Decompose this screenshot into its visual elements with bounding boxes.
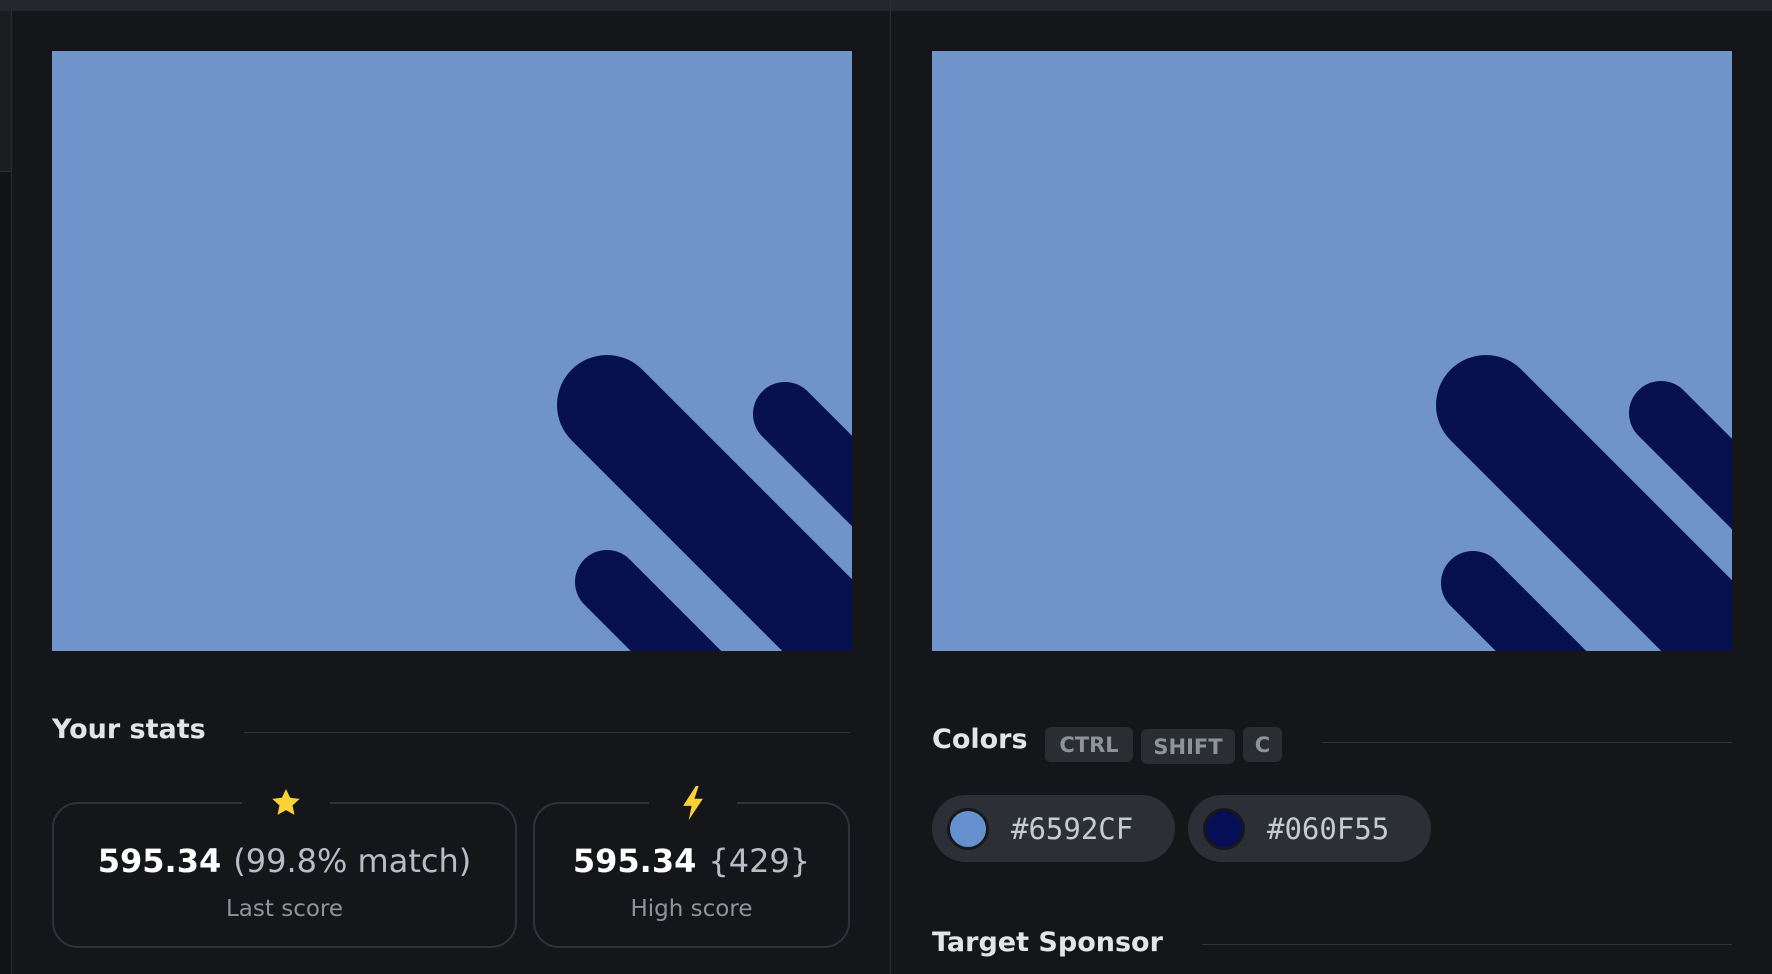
stats-title-rule (244, 732, 850, 733)
target-image-svg (52, 51, 852, 651)
left-edge-notch (0, 11, 11, 172)
top-bar (0, 0, 1772, 11)
color-hex-1: #6592CF (1011, 811, 1134, 846)
shortcut-key-ctrl: CTRL (1045, 727, 1133, 762)
last-score-match: (99.8% match) (233, 842, 472, 880)
sponsor-title: Target Sponsor (932, 927, 1163, 958)
high-score-line: 595.34 {429} (535, 842, 848, 880)
high-score-card: 595.34 {429} High score (533, 786, 850, 948)
output-image[interactable] (932, 51, 1732, 651)
color-swatch-1 (947, 807, 989, 850)
output-image-svg (932, 51, 1732, 651)
shortcut-key-c: C (1243, 727, 1282, 762)
last-score-line: 595.34 (99.8% match) (54, 842, 515, 880)
star-icon (242, 788, 330, 818)
shortcut-key-shift: SHIFT (1141, 729, 1235, 764)
color-chip-2[interactable]: #060F55 (1188, 795, 1431, 862)
sponsor-title-rule (1202, 944, 1732, 945)
color-chip-1[interactable]: #6592CF (932, 795, 1175, 862)
target-image (52, 51, 852, 651)
last-score-label: Last score (225, 896, 344, 922)
last-score-value: 595.34 (97, 842, 222, 880)
colors-title-rule (1322, 742, 1732, 743)
panel-divider (890, 0, 891, 974)
high-score-rank: {429} (708, 842, 811, 880)
last-score-card: 595.34 (99.8% match) Last score (52, 788, 517, 948)
color-swatch-2 (1203, 807, 1245, 850)
stats-title: Your stats (52, 714, 206, 745)
color-hex-2: #060F55 (1267, 811, 1390, 846)
high-score-value: 595.34 (572, 842, 697, 880)
lightning-icon (649, 786, 737, 820)
colors-title: Colors (932, 724, 1028, 755)
high-score-label: High score (630, 896, 753, 922)
